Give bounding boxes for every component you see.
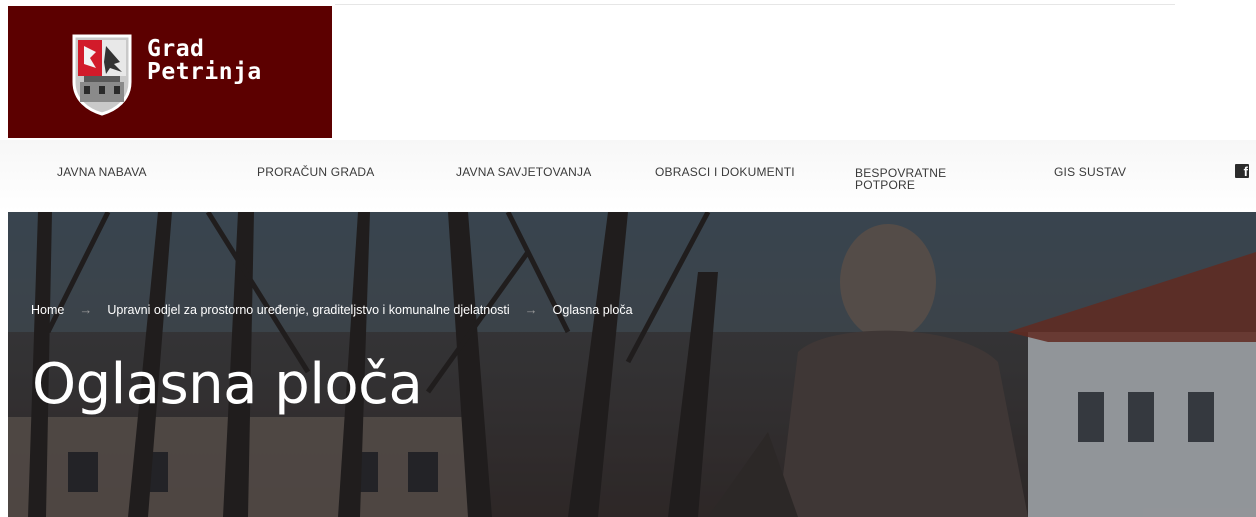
breadcrumb-home-link[interactable]: Home [31,303,64,317]
brand-name: Grad Petrinja [147,38,262,84]
page-title: Oglasna ploča [32,352,423,417]
nav-item-gis-sustav[interactable]: GIS SUSTAV [1054,166,1126,178]
breadcrumb-separator: → [524,302,538,317]
nav-item-javna-nabava[interactable]: JAVNA NABAVA [57,166,147,178]
nav-item-bespovratne-potpore[interactable]: BESPOVRATNE POTPORE [855,167,965,191]
hero-banner: Home → Upravni odjel za prostorno uređen… [8,212,1256,517]
brand-line-1: Grad [147,36,205,62]
nav-item-proracun-grada[interactable]: PRORAČUN GRADA [257,166,374,178]
facebook-icon[interactable] [1235,164,1249,179]
breadcrumb: Home → Upravni odjel za prostorno uređen… [31,302,633,317]
coat-of-arms-icon [72,34,132,116]
breadcrumb-separator: → [79,302,93,317]
breadcrumb-current: Oglasna ploča [552,302,633,317]
breadcrumb-department-link[interactable]: Upravni odjel za prostorno uređenje, gra… [107,303,509,317]
nav-item-javna-savjetovanja[interactable]: JAVNA SAVJETOVANJA [456,166,591,178]
brand-line-2: Petrinja [147,59,262,85]
site-logo[interactable]: Grad Petrinja [8,6,332,138]
main-navigation: JAVNA NABAVA PRORAČUN GRADA JAVNA SAVJET… [0,140,1256,212]
nav-item-obrasci-i-dokumenti[interactable]: OBRASCI I DOKUMENTI [655,166,795,178]
top-divider [335,4,1175,5]
